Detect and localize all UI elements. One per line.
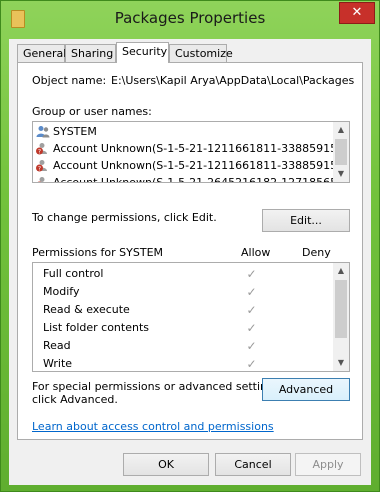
dialog-client: General Sharing Security Customize Objec… (9, 39, 371, 485)
permissions-header: Permissions for SYSTEM (32, 246, 164, 259)
group-item[interactable]: SYSTEM (33, 123, 333, 140)
group-list[interactable]: SYSTEM ? Account Unknown(S-1-5-21-121166… (32, 121, 350, 183)
svg-text:?: ? (38, 183, 41, 184)
group-item-label: Account Unknown(S-1-5-21-1211661811-3388… (53, 159, 333, 172)
title-bar[interactable]: Packages Properties ✕ (1, 1, 379, 35)
unknown-user-icon: ? (36, 160, 47, 173)
unknown-user-icon: ? (37, 177, 45, 184)
svg-text:?: ? (38, 166, 41, 173)
allow-check-icon: ✓ (246, 339, 257, 353)
close-button[interactable]: ✕ (339, 2, 375, 24)
window-title: Packages Properties (114, 9, 266, 27)
permission-name: Read & execute (43, 303, 130, 316)
unknown-user-icon: ? (36, 143, 47, 156)
permission-name: Read (43, 339, 71, 352)
permission-row: Read & execute ✓ (33, 301, 333, 319)
permission-row: Write ✓ (33, 355, 333, 371)
tab-customize[interactable]: Customize (169, 44, 233, 62)
users-group-icon (36, 126, 50, 138)
permission-row: Modify ✓ (33, 283, 333, 301)
allow-column-header: Allow (241, 246, 271, 259)
group-item-label: SYSTEM (53, 125, 97, 138)
allow-check-icon: ✓ (246, 303, 257, 317)
advanced-hint-line1: For special permissions or advanced sett… (32, 380, 284, 393)
cancel-button[interactable]: Cancel (215, 453, 291, 476)
permission-name: Full control (43, 267, 104, 280)
group-list-scrollbar[interactable]: ▲ ▼ (333, 122, 349, 182)
allow-check-icon: ✓ (246, 357, 257, 371)
group-item-label: Account Unknown(S-1-5-21-1211661811-3388… (53, 142, 333, 155)
group-item[interactable]: ? Account Unknown(S-1-5-21-2645216182-12… (33, 174, 333, 184)
permission-row: Full control ✓ (33, 265, 333, 283)
security-panel: Object name: E:\Users\Kapil Arya\AppData… (17, 62, 363, 440)
deny-column-header: Deny (302, 246, 331, 259)
edit-button[interactable]: Edit... (262, 209, 350, 232)
advanced-button[interactable]: Advanced (262, 378, 350, 401)
permission-name: List folder contents (43, 321, 149, 334)
apply-button[interactable]: Apply (295, 453, 361, 476)
scroll-up-icon[interactable]: ▲ (333, 122, 349, 138)
group-item[interactable]: ? Account Unknown(S-1-5-21-1211661811-33… (33, 140, 333, 157)
group-item[interactable]: ? Account Unknown(S-1-5-21-1211661811-33… (33, 157, 333, 174)
permission-row: Read ✓ (33, 337, 333, 355)
svg-text:?: ? (38, 149, 41, 156)
permissions-list[interactable]: Full control ✓ Modify ✓ Read & execute ✓… (32, 262, 350, 372)
tab-security[interactable]: Security (116, 42, 169, 63)
change-permissions-hint: To change permissions, click Edit. (32, 211, 217, 224)
permission-name: Modify (43, 285, 80, 298)
tab-general[interactable]: General (17, 44, 66, 62)
scroll-up-icon[interactable]: ▲ (333, 263, 349, 279)
ok-button[interactable]: OK (123, 453, 209, 476)
scroll-thumb[interactable] (335, 139, 347, 165)
properties-window: Packages Properties ✕ General Sharing Se… (0, 0, 380, 492)
learn-access-control-link[interactable]: Learn about access control and permissio… (32, 420, 274, 433)
permission-name: Write (43, 357, 73, 370)
scroll-thumb[interactable] (335, 280, 347, 338)
groups-label: Group or user names: (32, 105, 152, 118)
permission-row: List folder contents ✓ (33, 319, 333, 337)
allow-check-icon: ✓ (246, 321, 257, 335)
allow-check-icon: ✓ (246, 267, 257, 281)
allow-check-icon: ✓ (246, 285, 257, 299)
scroll-down-icon[interactable]: ▼ (333, 355, 349, 371)
advanced-hint-line2: click Advanced. (32, 393, 118, 406)
group-item-label: Account Unknown(S-1-5-21-2645216182-1271… (53, 176, 333, 183)
permissions-scrollbar[interactable]: ▲ ▼ (333, 263, 349, 371)
object-name-label: Object name: (32, 74, 107, 87)
object-name-value: E:\Users\Kapil Arya\AppData\Local\Packag… (111, 74, 355, 87)
tab-sharing[interactable]: Sharing (65, 44, 116, 62)
scroll-down-icon[interactable]: ▼ (333, 166, 349, 182)
